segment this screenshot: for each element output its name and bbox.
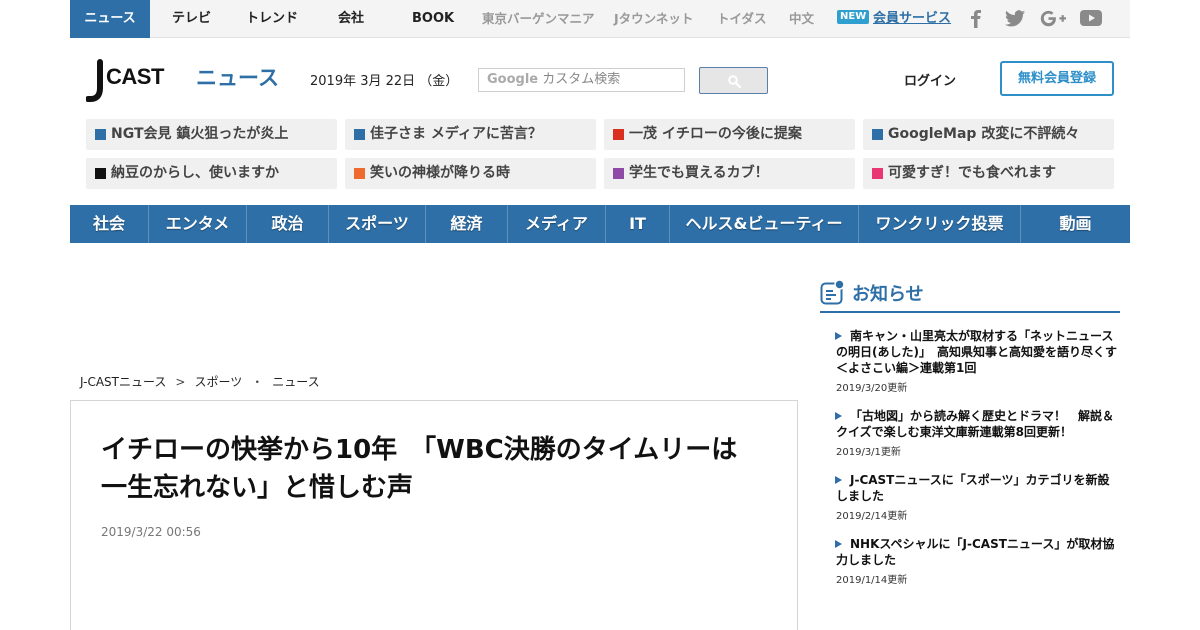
triangle-right-icon [835,476,842,484]
triangle-right-icon [835,332,842,340]
topic-link[interactable]: 佳子さま メディアに苦言？ [345,119,596,150]
tab-j-town-net[interactable]: Jタウンネット [614,0,693,38]
category-video[interactable]: 動画 [1021,205,1130,243]
topic-marker [95,129,106,140]
category-health-beauty[interactable]: ヘルス&ビューティー [670,205,859,243]
youtube-icon[interactable] [1080,10,1102,28]
tab-book[interactable]: BOOK [412,0,454,38]
category-navigation: 社会 エンタメ 政治 スポーツ 経済 メディア IT ヘルス&ビューティー ワン… [70,205,1130,243]
tab-tv[interactable]: テレビ [172,0,211,38]
tab-trend[interactable]: トレンド [246,0,298,38]
j-cast-news-logo[interactable]: CAST ニュース [85,58,286,102]
google-brand-label: Google [487,72,539,87]
twitter-icon[interactable] [1005,10,1025,28]
search-button[interactable] [699,67,768,94]
topic-marker [613,129,624,140]
category-it[interactable]: IT [606,205,670,243]
tab-chinese[interactable]: 中文 [789,0,814,38]
topic-label: 可愛すぎ！でも食べれます [888,165,1056,181]
topic-label: GoogleMap 改変に不評続々 [888,126,1080,142]
topic-label: 一茂 イチローの今後に提案 [629,126,802,142]
current-date: 2019年 3月 22日 （金） [310,74,459,89]
category-society[interactable]: 社会 [70,205,149,243]
notice-updated: 2019/3/20更新 [836,383,908,394]
notice-headline[interactable]: 南キャン・山里亮太が取材する「ネットニュースの明日(あした)」 高知県知事と高知… [836,328,1120,376]
tab-company[interactable]: 会社 [338,0,364,38]
register-button[interactable]: 無料会員登録 [1000,61,1114,96]
notice-item[interactable]: J-CASTニュースに「スポーツ」カテゴリを新設しました 2019/2/14更新 [820,472,1120,522]
login-link[interactable]: ログイン [904,70,956,89]
search-placeholder: カスタム検索 [542,72,621,87]
topic-marker [872,129,883,140]
topic-link[interactable]: 納豆のからし、使いますか [86,158,337,189]
article-card: イチローの快挙から10年 「WBC決勝のタイムリーは一生忘れない」と惜しむ声 2… [70,400,798,630]
search-input[interactable]: Google カスタム検索 [478,68,685,92]
facebook-icon[interactable] [970,10,982,28]
triangle-right-icon [835,412,842,420]
topic-link[interactable]: 笑いの神様が降りる時 [345,158,596,189]
member-service-link[interactable]: 会員サービス [873,0,951,38]
sidebar-title: お知らせ [852,284,924,305]
topic-label: 佳子さま メディアに苦言？ [370,126,542,142]
topic-link[interactable]: 可愛すぎ！でも食べれます [863,158,1114,189]
topic-link[interactable]: NGT会見 鎮火狙ったが炎上 [86,119,337,150]
sidebar-header: お知らせ [820,278,1120,313]
breadcrumb-separator: ・ [251,375,264,389]
category-media[interactable]: メディア [508,205,606,243]
notice-item[interactable]: 「古地図」から読み解く歴史とドラマ！ 解説＆クイズで楽しむ東洋文庫新連載第8回更… [820,408,1120,458]
notice-headline[interactable]: NHKスペシャルに「J-CASTニュース」が取材協力しました [836,536,1120,568]
logo-news-text: ニュース [196,66,279,90]
svg-text:CAST: CAST [106,64,165,89]
topic-marker [354,168,365,179]
topic-label: 笑いの神様が降りる時 [370,165,510,181]
topic-label: NGT会見 鎮火狙ったが炎上 [111,126,289,142]
tab-toidasu[interactable]: トイダス [717,0,767,38]
topic-marker [872,168,883,179]
notice-updated: 2019/1/14更新 [836,575,908,586]
article-timestamp: 2019/3/22 00:56 [101,525,201,539]
breadcrumb-news[interactable]: ニュース [272,375,319,389]
topic-link[interactable]: GoogleMap 改変に不評続々 [863,119,1114,150]
breadcrumb-sports[interactable]: スポーツ [194,375,242,389]
topic-label: 学生でも買えるカブ！ [629,165,769,181]
article-title: イチローの快挙から10年 「WBC決勝のタイムリーは一生忘れない」と惜しむ声 [101,435,738,503]
top-navigation-bar: ニュース テレビ トレンド 会社 BOOK 東京バーゲンマニア Jタウンネット … [70,0,1130,38]
triangle-right-icon [835,540,842,548]
search-icon [728,75,741,88]
category-entertainment[interactable]: エンタメ [149,205,247,243]
category-one-click-vote[interactable]: ワンクリック投票 [859,205,1021,243]
breadcrumb-separator: > [175,375,186,389]
category-politics[interactable]: 政治 [247,205,329,243]
topic-marker [613,168,624,179]
topic-link[interactable]: 学生でも買えるカブ！ [604,158,855,189]
topic-link[interactable]: 一茂 イチローの今後に提案 [604,119,855,150]
topic-marker [354,129,365,140]
google-plus-icon[interactable] [1040,10,1066,28]
category-sports[interactable]: スポーツ [329,205,426,243]
notice-headline[interactable]: 「古地図」から読み解く歴史とドラマ！ 解説＆クイズで楽しむ東洋文庫新連載第8回更… [836,408,1120,440]
notice-headline[interactable]: J-CASTニュースに「スポーツ」カテゴリを新設しました [836,472,1120,504]
breadcrumb-home[interactable]: J-CASTニュース [80,375,166,389]
topic-label: 納豆のからし、使いますか [111,165,279,181]
category-economy[interactable]: 経済 [426,205,508,243]
notice-updated: 2019/3/1更新 [836,447,901,458]
tab-tokyo-bargain-mania[interactable]: 東京バーゲンマニア [482,0,595,38]
notice-item[interactable]: 南キャン・山里亮太が取材する「ネットニュースの明日(あした)」 高知県知事と高知… [820,328,1120,394]
tab-news[interactable]: ニュース [70,0,150,38]
new-badge: NEW [837,10,870,24]
breadcrumb: J-CASTニュース > スポーツ・ニュース [80,373,320,390]
notice-item[interactable]: NHKスペシャルに「J-CASTニュース」が取材協力しました 2019/1/14… [820,536,1120,586]
notice-icon [820,279,846,310]
notice-updated: 2019/2/14更新 [836,511,908,522]
topic-marker [95,168,106,179]
